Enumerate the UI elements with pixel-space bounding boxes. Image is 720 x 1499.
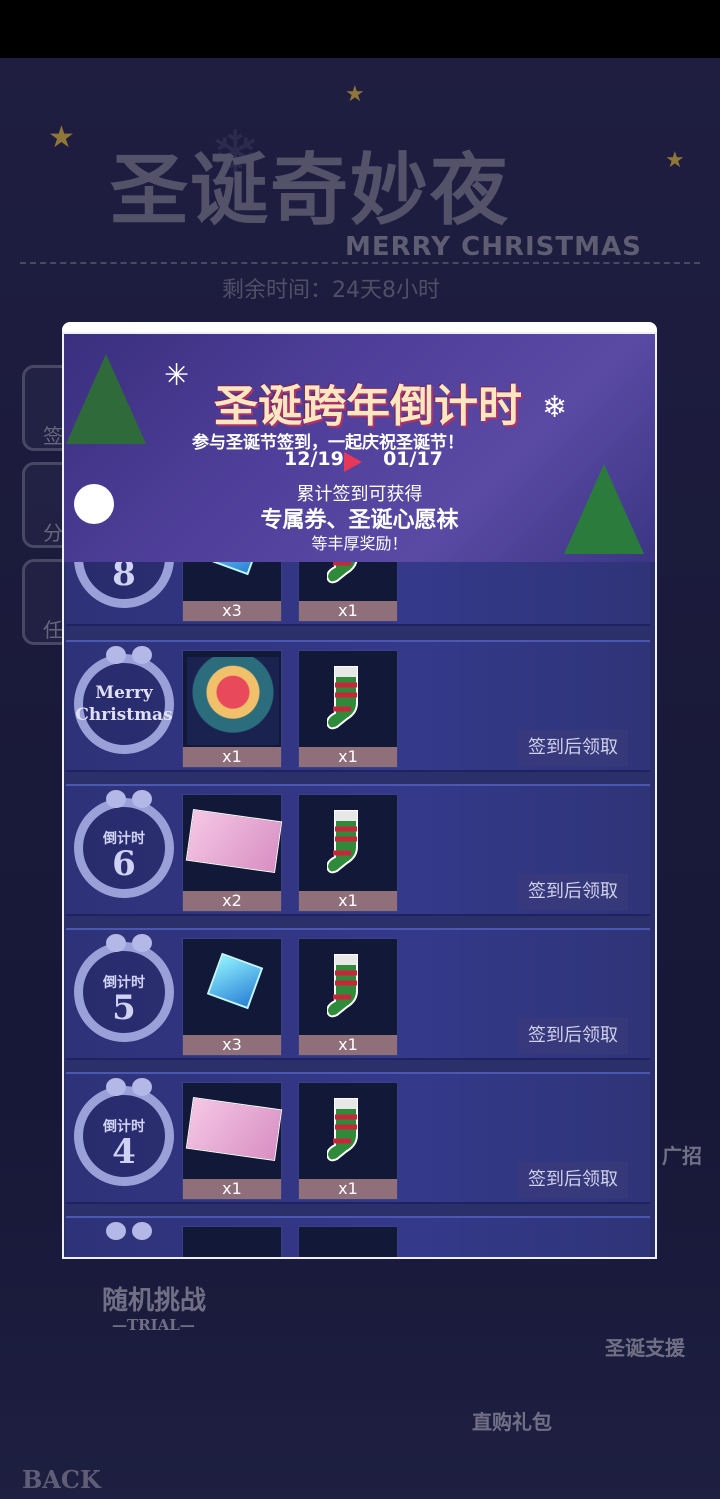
countdown-number: 4 xyxy=(112,1132,136,1172)
sock-icon xyxy=(299,795,397,891)
countdown-number: 8 xyxy=(112,562,136,594)
reward-slot[interactable]: x2 xyxy=(182,794,283,912)
reward-slot[interactable] xyxy=(182,1226,282,1257)
character-scene-icon xyxy=(183,651,281,747)
sock-icon xyxy=(299,939,397,1035)
claim-after-signin-button[interactable]: 签到后领取 xyxy=(518,874,628,910)
cube-icon xyxy=(183,562,281,601)
bow-icon xyxy=(106,934,152,954)
reward-slot[interactable]: x3 xyxy=(182,562,282,622)
reward-count: x1 xyxy=(299,601,397,621)
reward-count: x2 xyxy=(183,891,281,911)
reward-count: x1 xyxy=(299,1179,397,1199)
countdown-number: 6 xyxy=(112,844,136,884)
bow-icon xyxy=(106,1078,152,1098)
reward-count: x1 xyxy=(183,1179,281,1199)
reward-slot[interactable]: x1 xyxy=(298,794,398,912)
countdown-row-5: 倒计时 5 x3 x1 签到后领取 xyxy=(66,928,650,1060)
reward-count: x1 xyxy=(183,747,281,767)
cube-icon xyxy=(183,939,281,1035)
countdown-row-4: 倒计时 4 x1 x1 签到后领取 xyxy=(66,1072,650,1204)
banner-dates: 12/19 01/17 xyxy=(284,448,443,470)
tree-icon xyxy=(66,354,146,444)
reward-count: x1 xyxy=(299,1035,397,1055)
reward-count: x3 xyxy=(183,601,281,621)
ticket-icon xyxy=(183,1083,283,1179)
banner-title: 圣诞跨年倒计时 xyxy=(214,381,522,432)
date-end: 01/17 xyxy=(383,448,443,470)
claim-after-signin-button[interactable]: 签到后领取 xyxy=(518,1018,628,1054)
snowflake-icon: ❄ xyxy=(542,390,568,425)
merry-christmas-label: Merry Christmas xyxy=(75,683,173,725)
bow-icon xyxy=(106,790,152,810)
reward-slot[interactable]: x1 xyxy=(182,1082,283,1200)
sock-icon xyxy=(299,651,397,747)
reward-slot[interactable]: x1 xyxy=(298,562,398,622)
date-start: 12/19 xyxy=(284,448,344,470)
countdown-row-3 xyxy=(66,1216,650,1257)
reward-count: x3 xyxy=(183,1035,281,1055)
reward-slot[interactable] xyxy=(298,1226,398,1257)
countdown-modal: ✳ ❄ 圣诞跨年倒计时 参与圣诞节签到，一起庆祝圣诞节！ 12/19 01/17… xyxy=(62,332,657,1259)
reward-slot[interactable]: x1 xyxy=(298,1082,398,1200)
claim-after-signin-button[interactable]: 签到后领取 xyxy=(518,1162,628,1198)
reward-slot[interactable]: x1 xyxy=(298,650,398,768)
ticket-icon xyxy=(183,795,283,891)
countdown-row-christmas: Merry Christmas x1 x1 签到后领取 xyxy=(66,640,650,772)
reward-slot[interactable]: x1 xyxy=(182,650,282,768)
sock-icon xyxy=(299,1083,397,1179)
play-arrow-icon xyxy=(344,452,362,472)
reward-count: x1 xyxy=(299,891,397,911)
bow-icon xyxy=(106,646,152,666)
countdown-list[interactable]: 8 x3 x1 Merry Christmas x1 x1 签到后领取 倒计时 … xyxy=(64,562,655,1257)
countdown-number: 5 xyxy=(112,988,136,1028)
event-banner: ✳ ❄ 圣诞跨年倒计时 参与圣诞节签到，一起庆祝圣诞节！ 12/19 01/17… xyxy=(64,334,655,562)
reward-count: x1 xyxy=(299,747,397,767)
sock-icon xyxy=(299,562,397,601)
reward-slot[interactable]: x1 xyxy=(298,938,398,1056)
countdown-row-8: 8 x3 x1 xyxy=(66,562,650,626)
countdown-row-6: 倒计时 6 x2 x1 签到后领取 xyxy=(66,784,650,916)
status-bar xyxy=(0,0,720,58)
bow-icon xyxy=(106,1222,152,1242)
reward-slot[interactable]: x3 xyxy=(182,938,282,1056)
snowflake-icon: ✳ xyxy=(164,358,190,393)
banner-reward-line3: 等丰厚奖励！ xyxy=(311,534,408,553)
claim-after-signin-button[interactable]: 签到后领取 xyxy=(518,730,628,766)
